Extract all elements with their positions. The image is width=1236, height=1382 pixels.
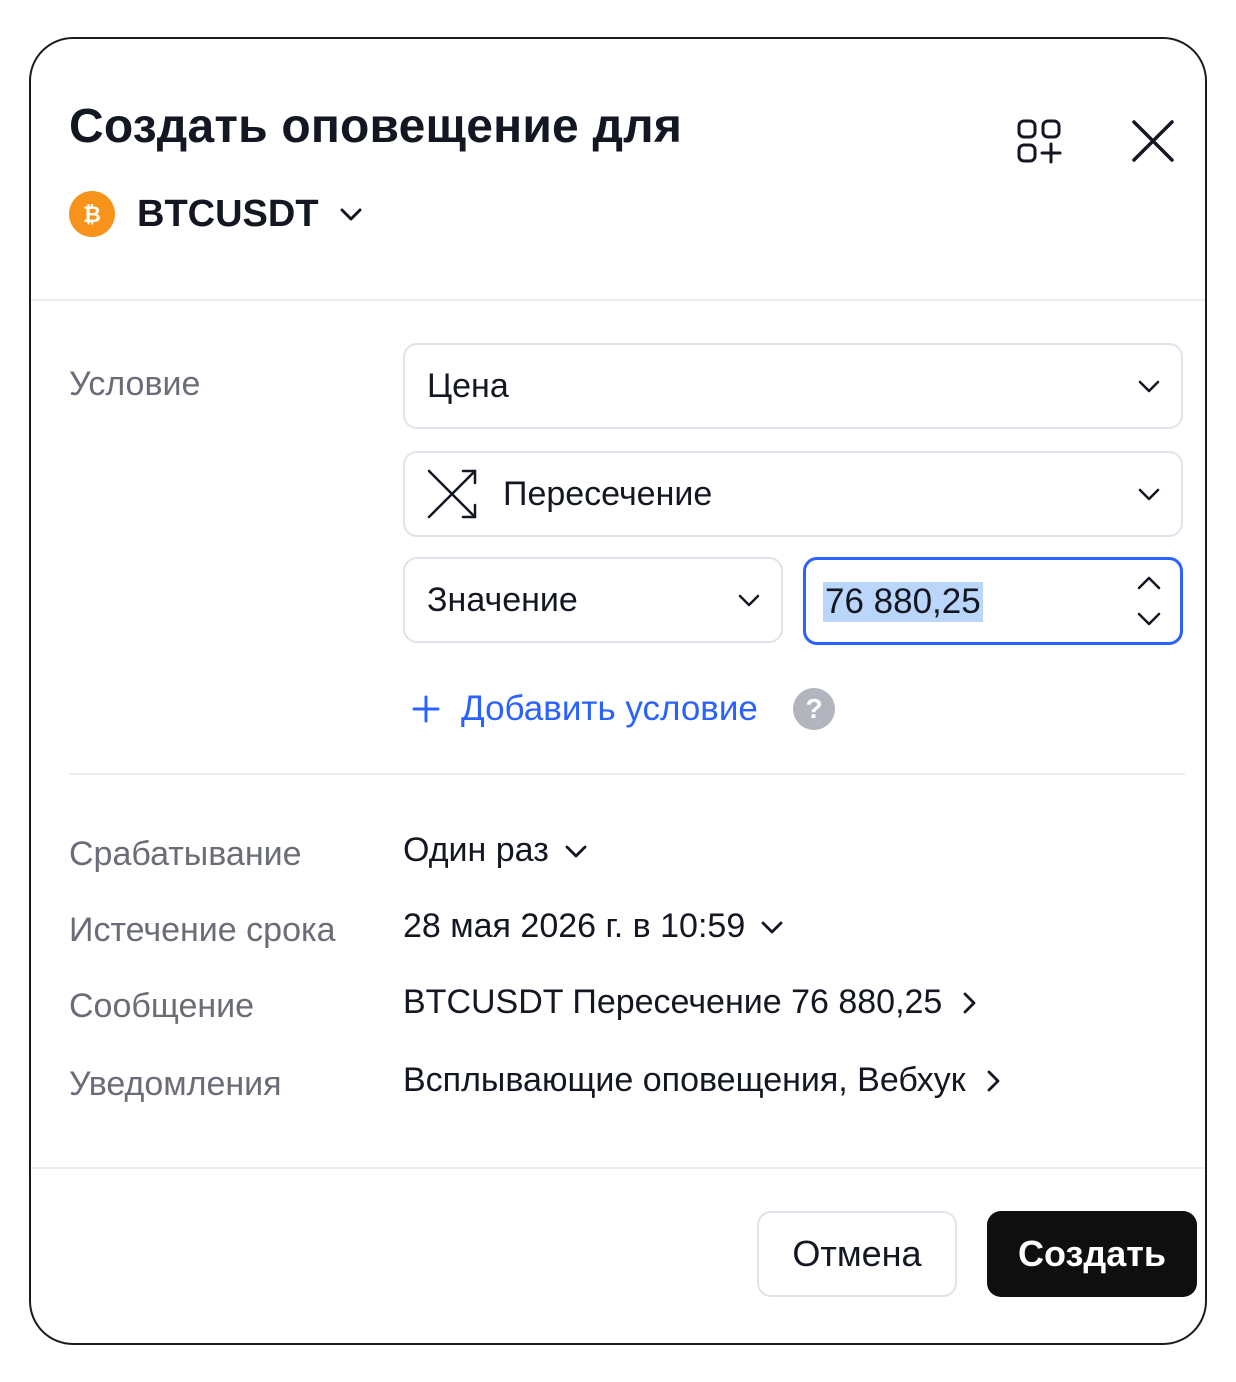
- plus-icon: [411, 694, 441, 724]
- dialog-header: Создать оповещение для ₿ BTCUSDT: [31, 39, 1205, 301]
- trigger-select[interactable]: Один раз: [403, 831, 589, 870]
- value-type-select[interactable]: Значение: [403, 557, 783, 643]
- notifications-link[interactable]: Всплывающие оповещения, Вебхук: [403, 1061, 1006, 1100]
- create-alert-dialog: Создать оповещение для ₿ BTCUSDT Условие…: [29, 37, 1207, 1345]
- expiration-value: 28 мая 2026 г. в 10:59: [403, 907, 746, 945]
- price-value-input[interactable]: 76 880,25: [803, 557, 1183, 645]
- notifications-label: Уведомления: [69, 1065, 282, 1103]
- bitcoin-icon: ₿: [69, 191, 115, 237]
- chevron-down-icon: [1137, 612, 1161, 626]
- trigger-value: Один раз: [403, 831, 549, 869]
- help-icon[interactable]: ?: [793, 688, 835, 730]
- message-value: BTCUSDT Пересечение 76 880,25: [403, 983, 943, 1021]
- add-to-watchlist-button[interactable]: [1011, 113, 1067, 169]
- close-button[interactable]: [1125, 113, 1181, 169]
- chevron-down-icon: [1135, 372, 1163, 400]
- chevron-up-icon: [1137, 576, 1161, 590]
- header-divider: [31, 299, 1205, 301]
- notifications-value: Всплывающие оповещения, Вебхук: [403, 1061, 966, 1099]
- add-condition-button[interactable]: Добавить условие: [411, 687, 758, 731]
- footer-divider: [31, 1167, 1205, 1169]
- chevron-right-icon: [980, 1068, 1006, 1094]
- condition-source-select[interactable]: Цена: [403, 343, 1183, 429]
- cancel-button[interactable]: Отмена: [757, 1211, 957, 1297]
- grid-plus-icon: [1017, 119, 1062, 164]
- symbol-name: BTCUSDT: [137, 192, 319, 235]
- section-divider: [69, 773, 1185, 775]
- price-value-text[interactable]: 76 880,25: [823, 582, 983, 622]
- expiration-label: Истечение срока: [69, 911, 336, 949]
- svg-text:₿: ₿: [83, 203, 101, 228]
- crossing-icon: [427, 469, 477, 519]
- close-icon: [1132, 120, 1174, 162]
- condition-source-value: Цена: [427, 366, 509, 405]
- condition-operator-select[interactable]: Пересечение: [403, 451, 1183, 537]
- chevron-down-icon: [563, 838, 589, 864]
- decrement-button[interactable]: [1134, 606, 1164, 632]
- message-label: Сообщение: [69, 987, 255, 1025]
- add-condition-label: Добавить условие: [461, 689, 758, 728]
- chevron-down-icon: [735, 586, 763, 614]
- value-type-value: Значение: [427, 580, 578, 619]
- chevron-down-icon: [337, 200, 365, 228]
- condition-label: Условие: [69, 365, 201, 403]
- expiration-select[interactable]: 28 мая 2026 г. в 10:59: [403, 907, 785, 946]
- chevron-down-icon: [1135, 480, 1163, 508]
- condition-operator-value: Пересечение: [503, 474, 713, 513]
- chevron-down-icon: [759, 914, 785, 940]
- message-editor-link[interactable]: BTCUSDT Пересечение 76 880,25: [403, 983, 982, 1022]
- create-button[interactable]: Создать: [987, 1211, 1197, 1297]
- chevron-right-icon: [956, 990, 982, 1016]
- symbol-selector[interactable]: ₿ BTCUSDT: [69, 189, 365, 239]
- dialog-title: Создать оповещение для: [69, 100, 683, 153]
- trigger-label: Срабатывание: [69, 835, 302, 873]
- increment-button[interactable]: [1134, 570, 1164, 596]
